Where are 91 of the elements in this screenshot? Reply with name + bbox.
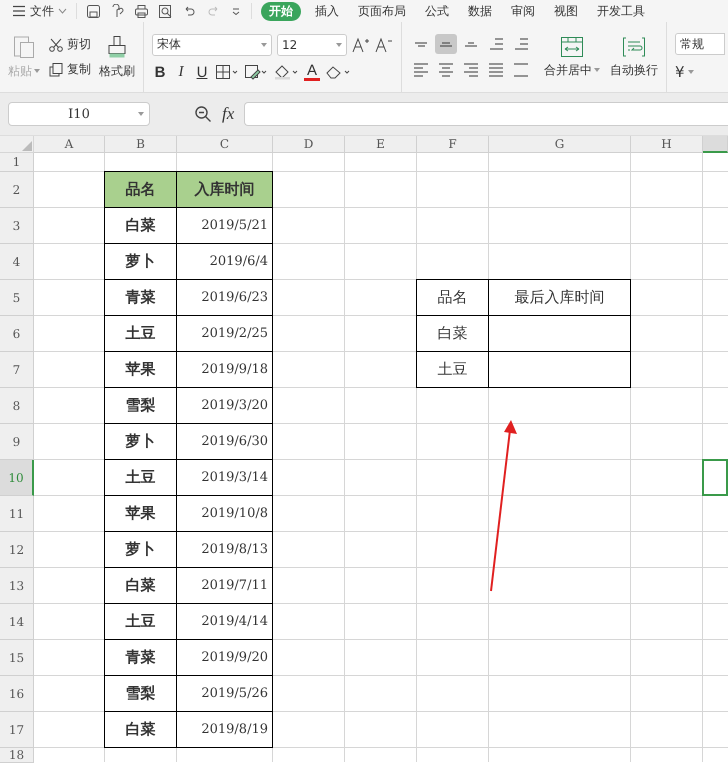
function-label[interactable]: fx xyxy=(222,104,234,124)
copy-icon xyxy=(48,62,64,78)
merge-cells-icon xyxy=(560,36,584,58)
column-header[interactable]: E xyxy=(345,136,417,153)
distribute-align-icon xyxy=(514,63,528,77)
caret-icon xyxy=(688,70,694,74)
caret-icon xyxy=(34,69,40,73)
selected-cell[interactable] xyxy=(702,459,728,496)
row-header[interactable]: 12 xyxy=(0,532,34,568)
fill-color-icon[interactable] xyxy=(273,64,299,80)
ribbon-tab[interactable]: 插入 xyxy=(310,2,344,20)
caret-icon xyxy=(261,42,267,46)
outdent-align-icon xyxy=(490,38,502,50)
clipboard-icon xyxy=(13,34,35,58)
left-align-icon xyxy=(414,63,428,77)
column-header[interactable] xyxy=(703,136,728,153)
row-header[interactable]: 17 xyxy=(0,712,34,748)
header-cell: 最后入库时间 xyxy=(488,279,631,316)
copy-button[interactable]: 复制 xyxy=(48,61,91,78)
column-header[interactable]: C xyxy=(177,136,273,153)
ribbon-tab[interactable]: 开发工具 xyxy=(592,2,650,20)
format-painter-button[interactable]: 格式刷 xyxy=(99,34,135,80)
font-name-dropdown[interactable]: 宋体 xyxy=(152,34,272,56)
cell-style-icon[interactable] xyxy=(244,64,268,80)
row-header[interactable]: 6 xyxy=(0,316,34,352)
indent-align-icon xyxy=(514,38,528,50)
center-align-icon xyxy=(439,63,453,77)
row-header[interactable]: 11 xyxy=(0,496,34,532)
print-preview-icon[interactable] xyxy=(158,4,173,18)
table-cell: 2019/8/19 xyxy=(176,711,273,748)
eraser-icon[interactable] xyxy=(325,64,351,80)
row-header[interactable]: 14 xyxy=(0,604,34,640)
decrease-font-size-icon[interactable] xyxy=(375,36,393,52)
number-format-dropdown[interactable]: 常规 xyxy=(675,33,725,55)
column-header[interactable]: A xyxy=(34,136,105,153)
row-header[interactable]: 4 xyxy=(0,244,34,280)
font-color-button[interactable]: A xyxy=(304,64,320,80)
name-box[interactable]: I10 xyxy=(8,102,150,126)
row-header[interactable]: 2 xyxy=(0,172,34,208)
header-cell: 入库时间 xyxy=(176,171,273,208)
borders-icon[interactable] xyxy=(215,64,239,80)
increase-font-size-icon[interactable] xyxy=(352,36,370,52)
row-header[interactable]: 1 xyxy=(0,153,34,172)
table-cell: 土豆 xyxy=(416,351,489,388)
paintbrush-icon xyxy=(107,34,127,58)
row-header[interactable]: 18 xyxy=(0,748,34,763)
caret-icon xyxy=(336,42,342,46)
file-menu[interactable]: 文件 xyxy=(12,2,67,20)
merge-center-button[interactable]: 合并居中 xyxy=(544,36,600,78)
row-header[interactable]: 5 xyxy=(0,280,34,316)
middle-align-button[interactable] xyxy=(435,34,457,54)
scissors-icon xyxy=(48,36,64,52)
ribbon-tab[interactable]: 数据 xyxy=(463,2,497,20)
save-icon[interactable] xyxy=(86,4,101,18)
row-header[interactable]: 15 xyxy=(0,640,34,676)
chevron-down-icon xyxy=(58,8,67,14)
ribbon-tab[interactable]: 审阅 xyxy=(506,2,540,20)
underline-button[interactable]: U xyxy=(194,64,210,80)
column-header[interactable]: G xyxy=(489,136,631,153)
top-align-icon xyxy=(415,42,427,46)
wrap-text-icon xyxy=(622,36,646,58)
bold-button[interactable]: B xyxy=(152,64,168,80)
bottom-align-icon xyxy=(465,42,477,46)
column-header[interactable]: F xyxy=(417,136,489,153)
caret-icon xyxy=(138,112,144,116)
row-header[interactable]: 8 xyxy=(0,388,34,424)
formula-input[interactable] xyxy=(244,102,728,126)
right-align-icon xyxy=(464,63,478,77)
table-cell: 白菜 xyxy=(104,711,177,748)
ribbon-tab[interactable]: 页面布局 xyxy=(353,2,411,20)
italic-button[interactable]: I xyxy=(173,64,189,80)
currency-button[interactable]: ¥ xyxy=(675,63,694,81)
caret-icon xyxy=(594,68,600,72)
cut-button[interactable]: 剪切 xyxy=(48,36,91,53)
print-icon[interactable] xyxy=(134,4,149,18)
font-size-dropdown[interactable]: 12 xyxy=(277,34,347,56)
header-cell: 品名 xyxy=(416,279,489,316)
column-header[interactable]: B xyxy=(105,136,177,153)
wrap-text-button[interactable]: 自动换行 xyxy=(610,36,658,78)
zoom-icon[interactable] xyxy=(194,105,212,123)
middle-align-icon xyxy=(440,42,452,46)
row-header[interactable]: 7 xyxy=(0,352,34,388)
row-header[interactable]: 3 xyxy=(0,208,34,244)
header-cell: 品名 xyxy=(104,171,177,208)
column-header[interactable]: D xyxy=(273,136,345,153)
row-header[interactable]: 13 xyxy=(0,568,34,604)
justify-align-icon xyxy=(489,63,503,77)
ribbon-tab[interactable]: 视图 xyxy=(549,2,583,20)
ribbon-tab[interactable]: 公式 xyxy=(420,2,454,20)
menu-icon xyxy=(12,5,26,17)
row-header[interactable]: 16 xyxy=(0,676,34,712)
